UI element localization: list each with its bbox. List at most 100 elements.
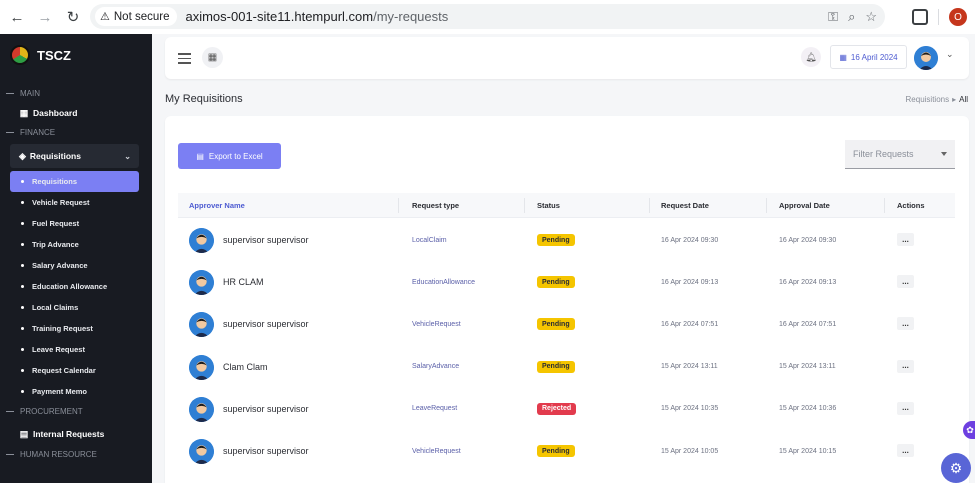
avatar <box>189 354 214 380</box>
sidebar-item-training-request[interactable]: Training Request <box>10 318 139 339</box>
reload-icon[interactable]: ↻ <box>62 6 84 28</box>
chevron-down-icon: ⌄ <box>124 151 131 161</box>
col-approval-date[interactable]: Approval Date <box>779 193 830 218</box>
forward-icon[interactable]: → <box>34 6 56 28</box>
avatar <box>189 439 214 464</box>
url-host: aximos-001-site11.htempurl.com <box>185 9 374 24</box>
sidebar-item-requisitions[interactable]: Requisitions <box>10 171 139 192</box>
approval-date: 16 Apr 2024 07:51 <box>779 320 837 328</box>
approver-name: HR CLAM <box>223 277 264 288</box>
section-procurement: PROCUREMENT <box>0 404 152 418</box>
request-date: 15 Apr 2024 10:05 <box>661 447 719 455</box>
apps-grid-icon[interactable]: ▦ <box>202 47 223 68</box>
sidebar-item-fuel-request[interactable]: Fuel Request <box>10 213 139 234</box>
avatar <box>189 270 214 296</box>
breadcrumb-current: All <box>959 95 968 104</box>
request-type: LeaveRequest <box>412 405 458 413</box>
table-row[interactable]: supervisor supervisor LocalClaim Pending 16… <box>178 219 955 261</box>
sidebar-item-vehicle-request[interactable]: Vehicle Request <box>10 192 139 213</box>
approver-name: supervisor supervisor <box>223 403 309 414</box>
security-chip[interactable]: ⚠ Not secure <box>95 7 178 26</box>
table-header: Approver Name Request type Status Reques… <box>178 193 955 218</box>
col-request-type[interactable]: Request type <box>412 193 459 218</box>
table-row[interactable]: supervisor supervisor VehicleRequest Pendi… <box>178 430 955 472</box>
avatar <box>189 396 214 422</box>
approver-name: supervisor supervisor <box>223 446 309 456</box>
row-actions-button[interactable]: ... <box>897 317 914 331</box>
calendar-icon: ▦ <box>839 52 847 62</box>
page-title: My Requisitions <box>165 93 243 105</box>
row-actions-button[interactable]: ... <box>897 275 914 289</box>
row-actions-button[interactable]: ... <box>897 233 914 246</box>
col-approver-name[interactable]: Approver Name <box>189 193 245 218</box>
top-header: ▦ 🔔︎ ▦ 16 April 2024 ⌄ <box>165 37 969 79</box>
approval-date: 15 Apr 2024 10:15 <box>779 447 837 455</box>
warning-icon: ⚠ <box>100 11 110 23</box>
notification-bell-icon[interactable]: 🔔︎ <box>801 47 821 67</box>
toolbar-divider <box>938 9 939 25</box>
approval-date: 16 Apr 2024 09:13 <box>779 278 837 286</box>
browser-toolbar: ← → ↻ ⚠ Not secure aximos-001-site11.hte… <box>0 0 975 34</box>
password-key-icon[interactable]: ⚿ <box>828 9 838 25</box>
avatar <box>189 228 214 253</box>
approval-date: 15 Apr 2024 13:11 <box>779 363 836 371</box>
row-actions-button[interactable]: ... <box>897 359 914 373</box>
row-actions-button[interactable]: ... <box>897 444 914 457</box>
breadcrumb-separator-icon: ▸ <box>952 95 957 104</box>
export-excel-button[interactable]: ▤ Export to Excel <box>178 143 281 169</box>
status-badge: Pending <box>537 445 575 457</box>
sidebar-item-request-calendar[interactable]: Request Calendar <box>10 360 139 381</box>
menu-toggle-icon[interactable] <box>178 53 191 67</box>
filter-requests-select[interactable]: Filter Requests <box>845 140 955 169</box>
request-date: 16 Apr 2024 09:30 <box>661 236 719 244</box>
status-badge: Pending <box>537 318 575 331</box>
approval-date: 15 Apr 2024 10:36 <box>779 405 837 413</box>
request-type: VehicleRequest <box>412 447 461 455</box>
request-type: EducationAllowance <box>412 278 476 286</box>
sidebar-item-leave-request[interactable]: Leave Request <box>10 339 139 360</box>
sidebar-item-trip-advance[interactable]: Trip Advance <box>10 234 139 255</box>
request-date: 15 Apr 2024 10:35 <box>661 405 719 413</box>
approver-name: Clam Clam <box>223 361 268 372</box>
sidebar-item-salary-advance[interactable]: Salary Advance <box>10 255 139 276</box>
col-request-date[interactable]: Request Date <box>661 193 709 218</box>
sidebar-item-internal-requests[interactable]: ▤ Internal Requests <box>0 424 152 444</box>
request-date: 16 Apr 2024 07:51 <box>661 320 719 328</box>
sidebar-item-dashboard[interactable]: ▦ Dashboard <box>0 103 152 123</box>
avatar <box>189 312 214 338</box>
dropdown-caret-icon <box>941 152 947 156</box>
breadcrumb-parent[interactable]: Requisitions <box>906 95 950 104</box>
table-row[interactable]: HR CLAM EducationAllowance Pending 16 Apr 2… <box>178 261 955 303</box>
zoom-icon[interactable]: ⌕ <box>848 9 855 25</box>
url-text[interactable]: aximos-001-site11.htempurl.com/my-reques… <box>185 9 448 24</box>
sidebar-item-education-allowance[interactable]: Education Allowance <box>10 276 139 297</box>
dashboard-grid-icon: ▦ <box>19 107 29 118</box>
extensions-icon[interactable] <box>912 9 928 25</box>
approver-name: supervisor supervisor <box>223 235 309 245</box>
sidebar-item-local-claims[interactable]: Local Claims <box>10 297 139 318</box>
security-label: Not secure <box>113 10 170 23</box>
settings-gear-icon[interactable]: ⚙ <box>941 453 971 483</box>
table-row[interactable]: supervisor supervisor VehicleRequest Pendi… <box>178 303 955 345</box>
profile-avatar[interactable]: O <box>949 8 967 26</box>
address-bar[interactable]: ⚠ Not secure aximos-001-site11.htempurl.… <box>90 4 885 29</box>
floating-side-tab-icon[interactable]: ✿ <box>963 421 975 439</box>
user-avatar[interactable] <box>914 46 938 70</box>
breadcrumb: Requisitions ▸ All <box>906 95 968 104</box>
table-row[interactable]: supervisor supervisor LeaveRequest Rejecte… <box>178 388 955 430</box>
brand[interactable]: TSCZ <box>0 34 152 76</box>
layers-icon: ◈ <box>19 150 26 161</box>
spreadsheet-icon: ▤ <box>196 151 204 161</box>
bookmark-star-icon[interactable]: ☆ <box>865 9 877 25</box>
sidebar-group-requisitions[interactable]: ◈ Requisitions ⌄ <box>10 144 139 168</box>
date-display: ▦ 16 April 2024 <box>830 45 907 69</box>
col-status[interactable]: Status <box>537 193 560 218</box>
user-menu-chevron-icon[interactable]: ⌄ <box>946 49 954 60</box>
section-finance: FINANCE <box>0 125 152 139</box>
current-date: 16 April 2024 <box>850 52 898 62</box>
request-date: 15 Apr 2024 13:11 <box>661 363 718 371</box>
table-row[interactable]: Clam Clam SalaryAdvance Pending 15 Apr 2024… <box>178 346 955 388</box>
row-actions-button[interactable]: ... <box>897 401 914 415</box>
back-icon[interactable]: ← <box>6 6 28 28</box>
sidebar-item-payment-memo[interactable]: Payment Memo <box>10 381 139 402</box>
